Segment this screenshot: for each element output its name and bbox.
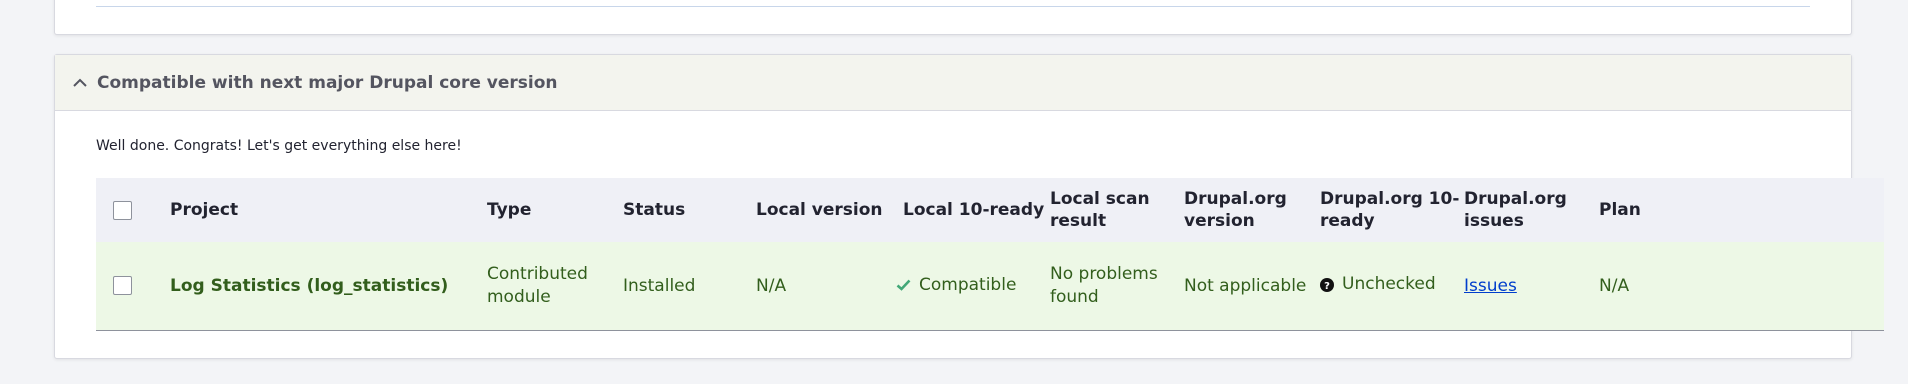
plan: N/A — [1599, 242, 1884, 331]
previous-section-card — [54, 0, 1852, 35]
local-scan-result: No problems found — [1050, 242, 1184, 331]
header-project: Project — [170, 178, 487, 242]
table-header-row: Project Type Status Local version Local … — [96, 178, 1884, 242]
issues-link[interactable]: Issues — [1464, 276, 1517, 296]
header-local-10-ready: Local 10-ready — [903, 178, 1050, 242]
row-select-cell — [96, 242, 170, 331]
header-local-version: Local version — [756, 178, 903, 242]
svg-text:?: ? — [1324, 281, 1330, 292]
select-all-cell — [96, 178, 170, 242]
compatibility-table: Project Type Status Local version Local … — [96, 178, 1884, 331]
select-all-checkbox[interactable] — [113, 200, 132, 220]
divider — [96, 6, 1810, 7]
local-10-ready-cell: Compatible — [896, 242, 1050, 331]
project-status: Installed — [623, 242, 756, 331]
drupal-org-version: Not applicable — [1184, 242, 1320, 331]
question-circle-icon: ? — [1320, 277, 1334, 292]
project-type: Contributed module — [487, 242, 623, 331]
checkmark-icon — [896, 279, 911, 292]
compatible-section-card: Compatible with next major Drupal core v… — [54, 54, 1884, 359]
drupal-org-10-ready-cell: ? Unchecked — [1320, 242, 1464, 331]
local-version: N/A — [756, 242, 903, 331]
table-row: Log Statistics (log_statistics) Contribu… — [96, 242, 1884, 331]
drupal-org-10-ready: Unchecked — [1342, 274, 1436, 295]
header-status: Status — [623, 178, 756, 242]
local-10-ready: Compatible — [919, 274, 1017, 295]
header-drupal-org-10-ready: Drupal.org 10-ready — [1320, 178, 1464, 242]
drupal-org-issues-cell: Issues — [1464, 242, 1599, 331]
header-drupal-org-version: Drupal.org version — [1184, 178, 1320, 242]
header-type: Type — [487, 178, 623, 242]
row-checkbox[interactable] — [113, 276, 132, 295]
header-plan: Plan — [1599, 178, 1884, 242]
project-name: Log Statistics (log_statistics) — [170, 242, 487, 331]
header-local-scan-result: Local scan result — [1050, 178, 1184, 242]
section-toggle[interactable]: Compatible with next major Drupal core v… — [55, 55, 1851, 111]
chevron-up-icon — [69, 72, 91, 94]
header-drupal-org-issues: Drupal.org issues — [1464, 178, 1599, 242]
section-description: Well done. Congrats! Let's get everythin… — [96, 138, 462, 154]
section-title: Compatible with next major Drupal core v… — [97, 72, 558, 93]
